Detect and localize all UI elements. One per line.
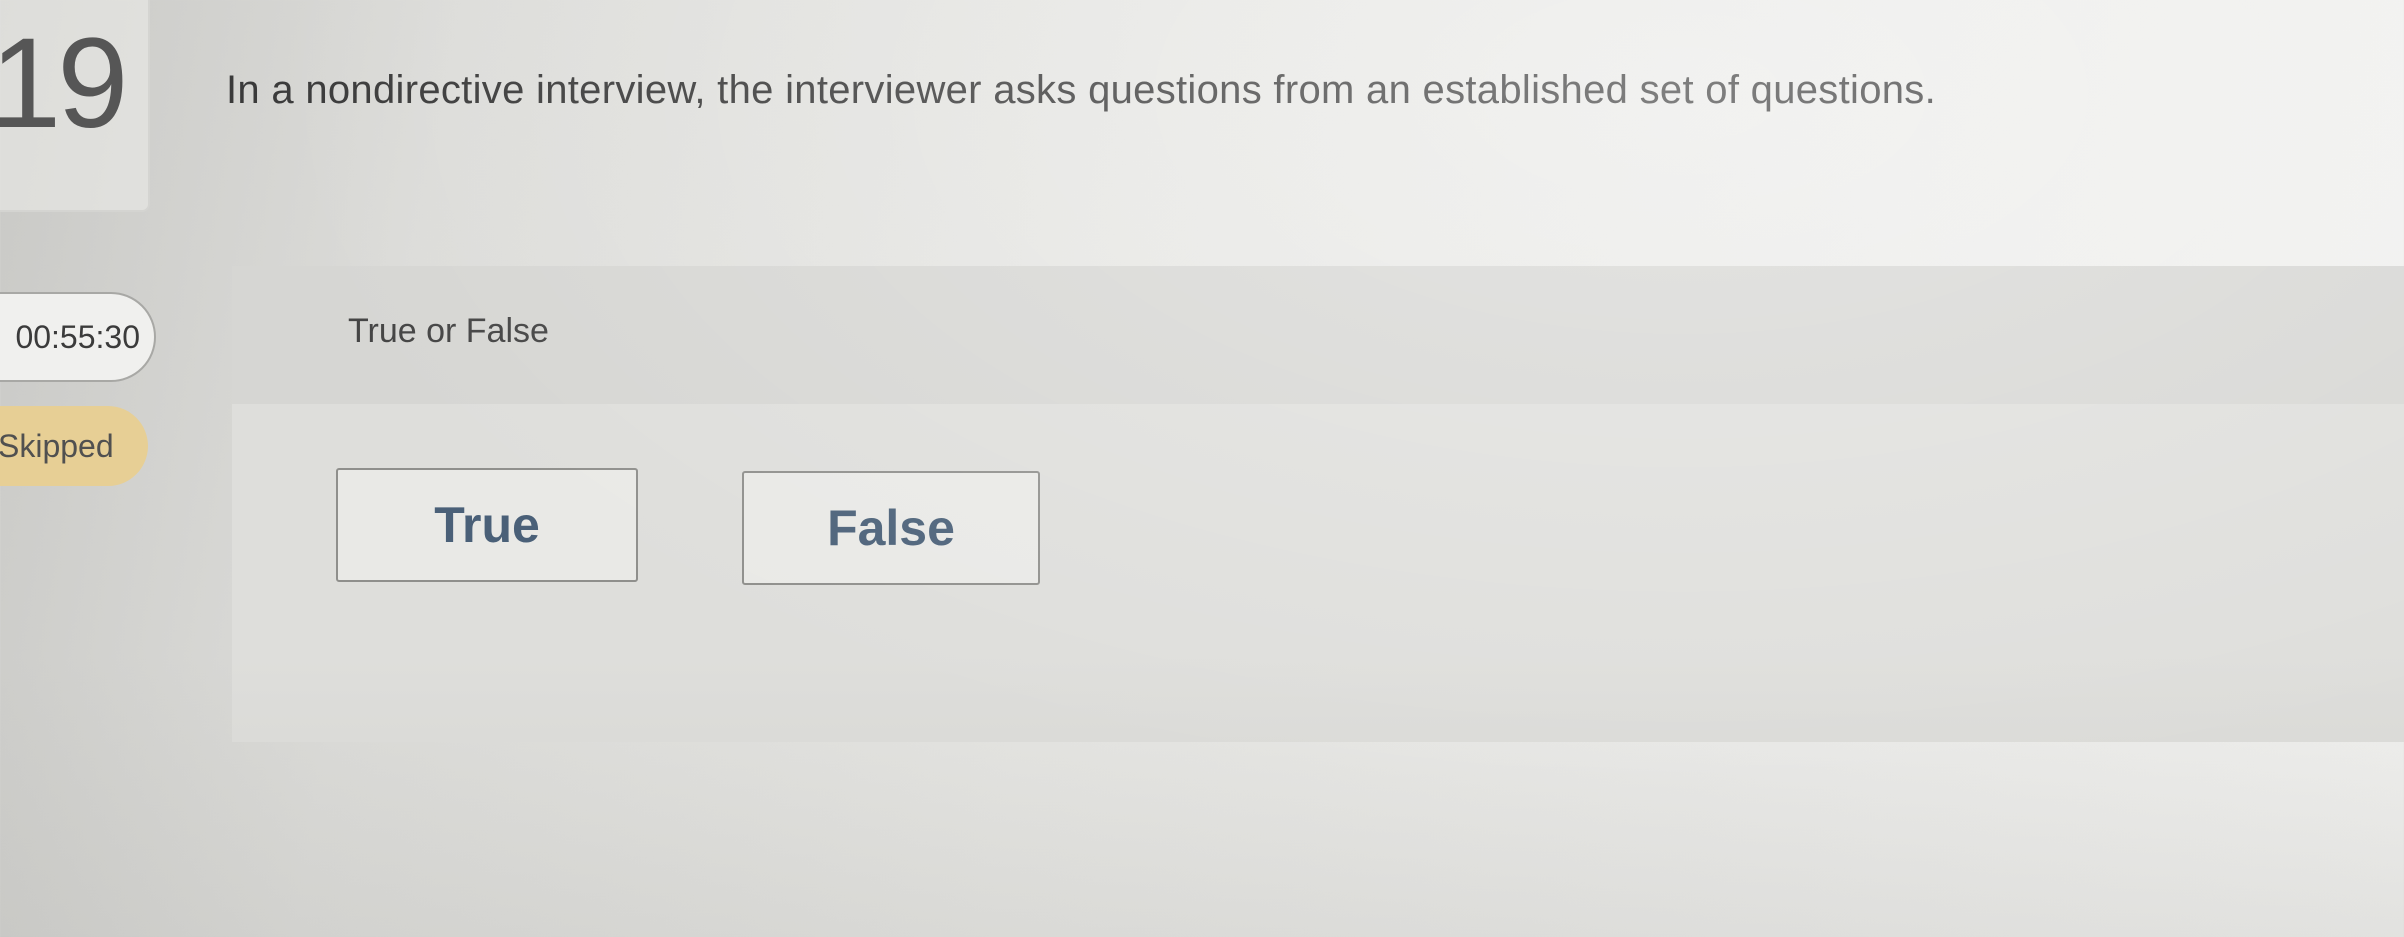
question-type-label: True or False — [348, 312, 549, 350]
answer-panel: True or False True False — [232, 266, 2404, 742]
timer-text: 00:55:30 — [15, 318, 140, 355]
skipped-label: Skipped — [0, 427, 114, 464]
false-button[interactable]: False — [742, 471, 1040, 585]
timer-badge: 00:55:30 — [0, 292, 156, 382]
true-button[interactable]: True — [336, 468, 638, 582]
question-number: 19 — [0, 12, 128, 155]
false-button-label: False — [827, 500, 955, 556]
true-button-label: True — [434, 497, 540, 553]
answer-panel-header: True or False — [232, 266, 2404, 404]
question-text: In a nondirective interview, the intervi… — [226, 68, 1936, 112]
skipped-badge[interactable]: Skipped — [0, 406, 148, 486]
